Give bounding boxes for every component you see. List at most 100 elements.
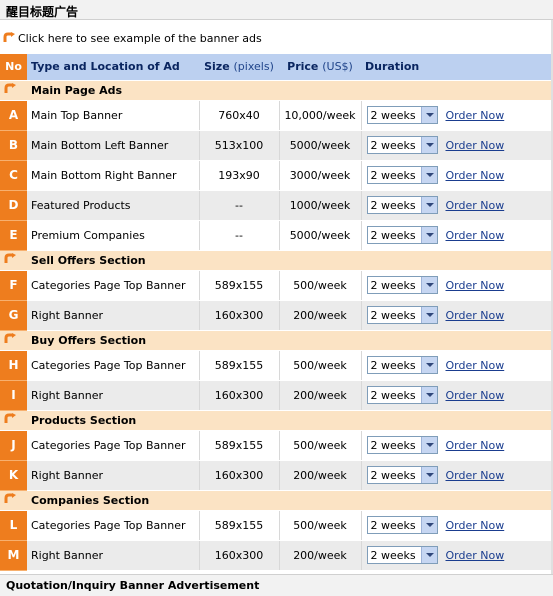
order-now-link[interactable]: Order Now — [446, 389, 505, 402]
section-title: Products Section — [27, 410, 553, 431]
dropdown-arrow-icon[interactable] — [420, 357, 437, 373]
duration-select[interactable]: 2 weeks — [366, 226, 438, 244]
order-now-link[interactable]: Order Now — [446, 549, 505, 562]
dropdown-arrow-icon[interactable] — [420, 387, 437, 403]
order-now-link[interactable]: Order Now — [446, 359, 505, 372]
section-arrow-cell — [0, 330, 27, 351]
duration-select[interactable]: 2 weeks — [366, 436, 438, 454]
dropdown-arrow-icon[interactable] — [420, 467, 437, 483]
order-now-link[interactable]: Order Now — [446, 279, 505, 292]
section-header-row: Products Section — [0, 410, 553, 431]
duration-select-value: 2 weeks — [370, 519, 416, 532]
ad-size: 589x155 — [198, 350, 279, 381]
ad-size: 160x300 — [198, 380, 279, 411]
ad-price: 3000/week — [278, 160, 361, 191]
ad-row-letter: F — [0, 270, 27, 301]
order-now-link[interactable]: Order Now — [446, 229, 505, 242]
ad-type: Right Banner — [27, 380, 199, 411]
ad-duration-cell: 2 weeks Order Now — [360, 540, 553, 571]
order-now-link[interactable]: Order Now — [446, 439, 505, 452]
dropdown-arrow-icon[interactable] — [420, 227, 437, 243]
ad-size: -- — [198, 220, 279, 251]
ad-row-letter: A — [0, 100, 27, 131]
dropdown-arrow-icon[interactable] — [420, 137, 437, 153]
duration-select-value: 2 weeks — [370, 549, 416, 562]
ad-type: Categories Page Top Banner — [27, 510, 199, 541]
ad-type: Featured Products — [27, 190, 199, 221]
order-now-link[interactable]: Order Now — [446, 199, 505, 212]
ad-duration-cell: 2 weeks Order Now — [360, 100, 553, 131]
duration-select[interactable]: 2 weeks — [366, 136, 438, 154]
ad-row: E Premium Companies -- 5000/week 2 weeks Orde… — [0, 220, 553, 251]
duration-select[interactable]: 2 weeks — [366, 356, 438, 374]
page-title-bar: 醒目标题广告 — [0, 0, 553, 20]
ad-duration-cell: 2 weeks Order Now — [360, 160, 553, 191]
dropdown-arrow-icon[interactable] — [420, 517, 437, 533]
ad-size: 193x90 — [198, 160, 279, 191]
order-now-link[interactable]: Order Now — [446, 309, 505, 322]
ad-row: B Main Bottom Left Banner 513x100 5000/week… — [0, 130, 553, 161]
order-now-link[interactable]: Order Now — [446, 519, 505, 532]
ad-duration-cell: 2 weeks Order Now — [360, 380, 553, 411]
duration-select-value: 2 weeks — [370, 229, 416, 242]
section-arrow-cell — [0, 250, 27, 271]
ad-size: 513x100 — [198, 130, 279, 161]
duration-select[interactable]: 2 weeks — [366, 276, 438, 294]
ad-row-letter: D — [0, 190, 27, 221]
dropdown-arrow-icon[interactable] — [420, 197, 437, 213]
order-now-link[interactable]: Order Now — [446, 469, 505, 482]
example-banner-link-text[interactable]: Click here to see example of the banner … — [18, 32, 262, 45]
dropdown-arrow-icon[interactable] — [420, 437, 437, 453]
duration-select[interactable]: 2 weeks — [366, 386, 438, 404]
orange-arrow-icon — [4, 333, 16, 343]
duration-select[interactable]: 2 weeks — [366, 546, 438, 564]
dropdown-arrow-icon[interactable] — [420, 307, 437, 323]
ad-size: 160x300 — [198, 300, 279, 331]
dropdown-arrow-icon[interactable] — [420, 107, 437, 123]
duration-select[interactable]: 2 weeks — [366, 466, 438, 484]
duration-select-value: 2 weeks — [370, 279, 416, 292]
order-now-link[interactable]: Order Now — [446, 109, 505, 122]
ad-row-letter: M — [0, 540, 27, 571]
ad-row: G Right Banner 160x300 200/week 2 weeks Order… — [0, 300, 553, 331]
duration-select[interactable]: 2 weeks — [366, 196, 438, 214]
duration-select[interactable]: 2 weeks — [366, 106, 438, 124]
ad-row-letter: K — [0, 460, 27, 491]
section-header-row: Buy Offers Section — [0, 330, 553, 351]
duration-select-value: 2 weeks — [370, 199, 416, 212]
ad-price: 500/week — [278, 430, 361, 461]
ad-type: Right Banner — [27, 460, 199, 491]
duration-select-value: 2 weeks — [370, 169, 416, 182]
ad-row: K Right Banner 160x300 200/week 2 weeks Order… — [0, 460, 553, 491]
ad-row: J Categories Page Top Banner 589x155 500/we… — [0, 430, 553, 461]
order-now-link[interactable]: Order Now — [446, 139, 505, 152]
duration-select[interactable]: 2 weeks — [366, 306, 438, 324]
order-now-link[interactable]: Order Now — [446, 169, 505, 182]
ad-row-letter: B — [0, 130, 27, 161]
ad-duration-cell: 2 weeks Order Now — [360, 460, 553, 491]
section-arrow-cell — [0, 490, 27, 511]
ad-duration-cell: 2 weeks Order Now — [360, 430, 553, 461]
ad-price: 5000/week — [278, 220, 361, 251]
section-title: Buy Offers Section — [27, 330, 553, 351]
ad-duration-cell: 2 weeks Order Now — [360, 300, 553, 331]
section-arrow-cell — [0, 410, 27, 431]
ad-row: D Featured Products -- 1000/week 2 weeks Orde… — [0, 190, 553, 221]
ad-row-letter: G — [0, 300, 27, 331]
ads-table: No Type and Location of Ad Size (pixels)… — [0, 54, 553, 571]
duration-select-value: 2 weeks — [370, 309, 416, 322]
header-duration: Duration — [361, 54, 553, 81]
example-banner-link[interactable]: Click here to see example of the banner … — [0, 29, 553, 47]
dropdown-arrow-icon[interactable] — [420, 277, 437, 293]
ad-duration-cell: 2 weeks Order Now — [360, 270, 553, 301]
duration-select[interactable]: 2 weeks — [366, 516, 438, 534]
dropdown-arrow-icon[interactable] — [420, 167, 437, 183]
ad-price: 200/week — [278, 380, 361, 411]
ad-row-letter: L — [0, 510, 27, 541]
section-title: Companies Section — [27, 490, 553, 511]
dropdown-arrow-icon[interactable] — [420, 547, 437, 563]
ad-duration-cell: 2 weeks Order Now — [360, 130, 553, 161]
duration-select[interactable]: 2 weeks — [366, 166, 438, 184]
ad-price: 500/week — [278, 270, 361, 301]
orange-arrow-icon — [4, 83, 16, 93]
